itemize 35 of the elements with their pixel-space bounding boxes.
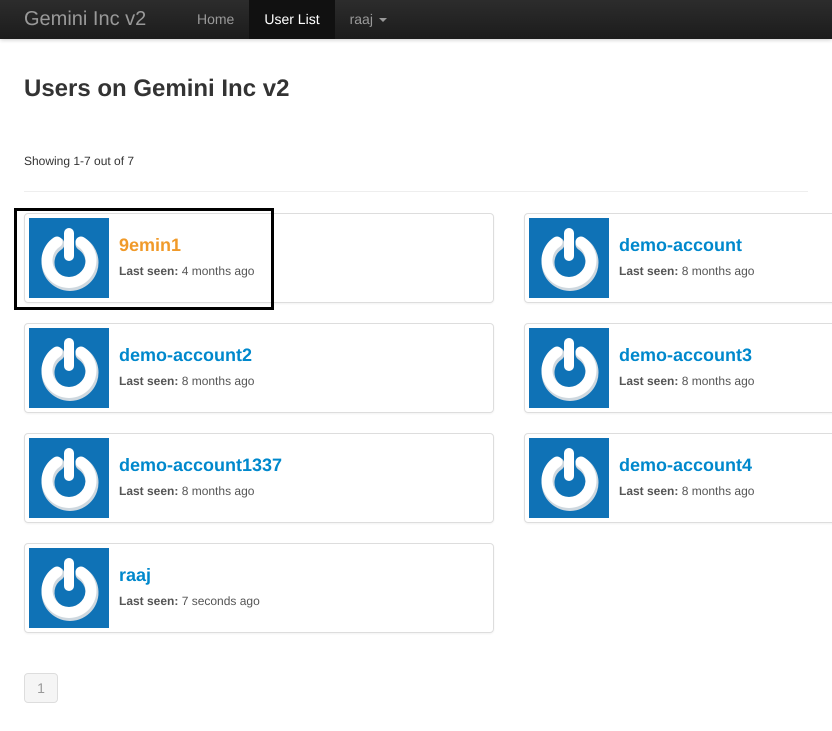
- user-link[interactable]: demo-account3: [619, 345, 752, 366]
- last-seen-label: Last seen:: [619, 264, 678, 278]
- last-seen-time: 4 months ago: [182, 264, 254, 278]
- power-icon: [529, 328, 609, 408]
- power-icon: [29, 328, 109, 408]
- last-seen-time: 8 months ago: [682, 374, 754, 388]
- nav-link[interactable]: User List: [249, 0, 335, 39]
- nav-link[interactable]: Home: [182, 0, 250, 39]
- last-seen-time: 8 months ago: [682, 484, 754, 498]
- page-heading: Users on Gemini Inc v2: [24, 75, 290, 103]
- last-seen-time: 7 seconds ago: [182, 594, 260, 608]
- power-icon: [529, 438, 609, 518]
- user-link[interactable]: demo-account2: [119, 345, 252, 366]
- last-seen-label: Last seen:: [119, 484, 178, 498]
- nav-link[interactable]: raaj: [334, 0, 402, 39]
- last-seen-label: Last seen:: [619, 484, 678, 498]
- last-seen-label: Last seen:: [119, 374, 178, 388]
- power-icon: [29, 218, 109, 298]
- user-link[interactable]: demo-account: [619, 235, 742, 256]
- user-link[interactable]: raaj: [119, 565, 152, 586]
- results-summary: Showing 1-7 out of 7: [24, 153, 136, 169]
- last-seen-time: 8 months ago: [182, 484, 254, 498]
- last-seen-label: Last seen:: [119, 594, 178, 608]
- power-icon: [29, 548, 109, 628]
- last-seen-time: 8 months ago: [182, 374, 254, 388]
- user-link[interactable]: demo-account1337: [119, 455, 282, 476]
- power-icon: [29, 438, 109, 518]
- power-icon: [529, 218, 609, 298]
- last-seen-label: Last seen:: [619, 374, 678, 388]
- last-seen-time: 8 months ago: [682, 264, 754, 278]
- brand-link[interactable]: Gemini Inc v2: [24, 0, 162, 39]
- page-button[interactable]: 1: [24, 673, 58, 703]
- last-seen-label: Last seen:: [119, 264, 178, 278]
- user-link[interactable]: 9emin1: [119, 235, 182, 256]
- user-link[interactable]: demo-account4: [619, 455, 752, 476]
